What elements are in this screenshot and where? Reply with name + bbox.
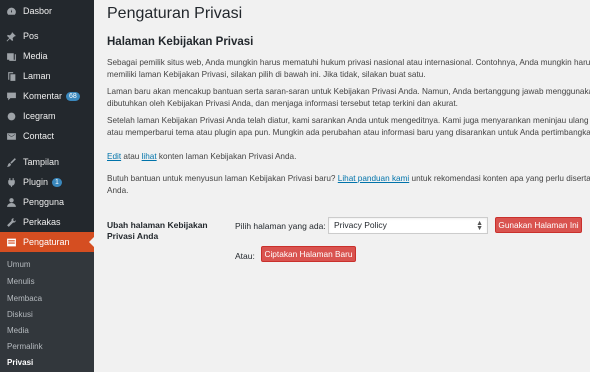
submenu-item-media[interactable]: Media — [7, 326, 29, 335]
sidebar-item-komentar[interactable]: Komentar 68 — [0, 86, 94, 106]
sidebar-item-laman[interactable]: Laman — [0, 66, 94, 86]
submenu-item-diskusi[interactable]: Diskusi — [7, 310, 33, 319]
sidebar-item-plugin[interactable]: Plugin 1 — [0, 172, 94, 192]
sidebar-item-pengaturan[interactable]: Pengaturan — [0, 232, 94, 252]
submenu-item-permalink[interactable]: Permalink — [7, 342, 43, 351]
sidebar-item-dasbor[interactable]: Dasbor — [0, 1, 94, 21]
or-label: Atau: — [235, 251, 255, 261]
wrench-icon — [6, 217, 17, 228]
section-title: Halaman Kebijakan Privasi — [107, 36, 254, 48]
sidebar-item-contact[interactable]: Contact — [0, 126, 94, 146]
policy-page-select[interactable]: Privacy Policy ▲ ▼ — [328, 217, 488, 234]
submenu-item-umum[interactable]: Umum — [7, 260, 31, 269]
settings-submenu: Umum Menulis Membaca Diskusi Media Perma… — [0, 252, 94, 372]
user-icon — [6, 197, 17, 208]
use-page-button[interactable]: Gunakan Halaman Ini — [495, 217, 582, 233]
sidebar-item-perkakas[interactable]: Perkakas — [0, 212, 94, 232]
dashboard-icon — [6, 6, 17, 17]
icegram-icon — [6, 111, 17, 122]
page-title: Pengaturan Privasi — [107, 5, 243, 22]
settings-icon — [6, 237, 17, 248]
guide-link[interactable]: Lihat panduan kami — [338, 174, 409, 183]
mail-icon — [6, 131, 17, 142]
view-link[interactable]: lihat — [142, 152, 157, 161]
sidebar-item-pengguna[interactable]: Pengguna — [0, 192, 94, 212]
admin-sidebar: Dasbor Pos Media Laman Komentar 68 Icegr… — [0, 0, 94, 372]
edit-line: Edit atau lihat konten laman Kebijakan P… — [107, 152, 297, 161]
select-arrows-icon: ▲ ▼ — [476, 220, 483, 232]
create-new-page-button[interactable]: Ciptakan Halaman Baru — [261, 246, 356, 262]
plugin-update-badge: 1 — [52, 177, 62, 187]
comment-count-badge: 68 — [66, 91, 80, 101]
sidebar-item-pos[interactable]: Pos — [0, 26, 94, 46]
comment-icon — [6, 91, 17, 102]
help-line-1: Butuh bantuan untuk menyusun laman Kebij… — [107, 174, 590, 183]
plugin-icon — [6, 177, 17, 188]
help-line-2: Anda. — [107, 186, 129, 195]
pick-existing-label: Pilih halaman yang ada: — [235, 221, 326, 231]
brush-icon — [6, 157, 17, 168]
submenu-item-membaca[interactable]: Membaca — [7, 294, 42, 303]
intro-line-2: memiliki laman Kebijakan Privasi, silaka… — [107, 70, 426, 79]
sidebar-item-media[interactable]: Media — [0, 46, 94, 66]
submenu-item-privasi[interactable]: Privasi — [7, 358, 33, 367]
review-line-2: atau memperbarui tema atau plugin apa pu… — [107, 128, 590, 137]
edit-link[interactable]: Edit — [107, 152, 121, 161]
change-policy-label: Ubah halaman Kebijakan Privasi Anda — [107, 220, 208, 241]
submenu-item-menulis[interactable]: Menulis — [7, 277, 35, 286]
pin-icon — [6, 31, 17, 42]
sidebar-item-icegram[interactable]: Icegram — [0, 106, 94, 126]
sidebar-item-tampilan[interactable]: Tampilan — [0, 152, 94, 172]
main-content: Pengaturan Privasi Halaman Kebijakan Pri… — [94, 0, 590, 372]
media-icon — [6, 51, 17, 62]
page-icon — [6, 71, 17, 82]
guidance-line-2: dibutuhkan oleh Kebijakan Privasi Anda, … — [107, 99, 458, 108]
